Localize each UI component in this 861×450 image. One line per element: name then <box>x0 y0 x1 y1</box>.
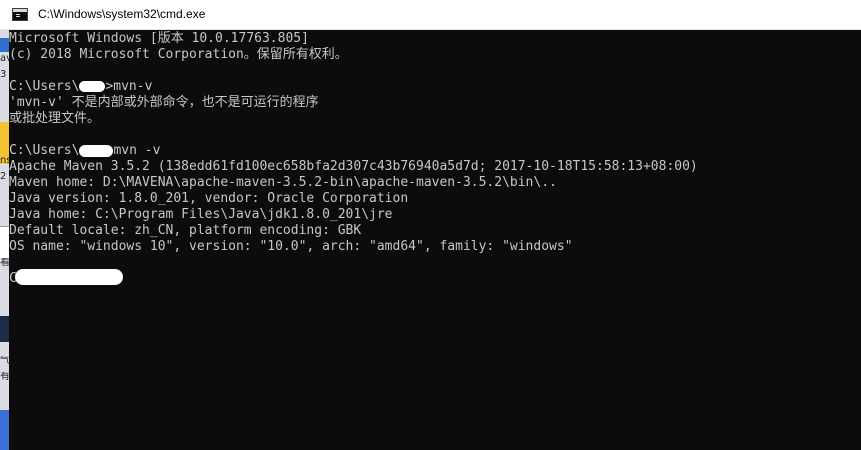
desktop-label-fragment: 气 <box>0 356 9 366</box>
desktop-label-fragment: 看 <box>0 258 9 268</box>
desktop-label-fragment: 有 <box>0 372 9 382</box>
window-titlebar[interactable]: C:\Windows\system32\cmd.exe <box>0 0 861 30</box>
console-line: Maven home: D:\MAVENA\apache-maven-3.5.2… <box>9 175 557 190</box>
prompt-path: C:\Users\ <box>9 79 80 94</box>
desktop-label-fragment: ns <box>0 156 9 166</box>
prompt-path: C:\Users\ <box>9 143 80 158</box>
window-title: C:\Windows\system32\cmd.exe <box>38 7 206 21</box>
console-line: 'mvn-v' 不是内部或外部命令，也不是可运行的程序 <box>9 95 319 110</box>
redacted-username <box>79 81 106 92</box>
desktop-label-fragment: av <box>0 54 9 64</box>
desktop-document-icon[interactable] <box>0 226 9 261</box>
console-line: 或批处理文件。 <box>9 111 101 126</box>
console-line: Microsoft Windows [版本 10.0.17763.805] <box>9 31 309 46</box>
console-prompt-line: C:\Users\ mvn -v <box>9 143 160 159</box>
redacted-prompt <box>15 269 123 285</box>
desktop-background-edge: av 3 ns 2 看 气 有 <box>0 30 9 450</box>
screen: C:\Windows\system32\cmd.exe av 3 ns 2 看 … <box>0 0 861 450</box>
desktop-shortcut-icon[interactable] <box>0 38 9 52</box>
desktop-label-fragment: 2 <box>0 172 7 182</box>
console-line: Java version: 1.8.0_201, vendor: Oracle … <box>9 191 409 206</box>
console-line: OS name: "windows 10", version: "10.0", … <box>9 239 573 254</box>
console-line: Java home: C:\Program Files\Java\jdk1.8.… <box>9 207 393 222</box>
prompt-command: >mvn-v <box>105 79 153 94</box>
console-line: Apache Maven 3.5.2 (138edd61fd100ec658bf… <box>9 159 698 174</box>
desktop-app-icon[interactable] <box>0 316 9 342</box>
console-line: (c) 2018 Microsoft Corporation。保留所有权利。 <box>9 47 348 62</box>
prompt-command: mvn -v <box>113 143 161 158</box>
console-line: Default locale: zh_CN, platform encoding… <box>9 223 362 238</box>
console-output[interactable]: Microsoft Windows [版本 10.0.17763.805] (c… <box>9 31 861 450</box>
desktop-label-fragment: 3 <box>0 70 7 80</box>
desktop-app-icon[interactable] <box>0 410 9 450</box>
console-prompt-line: C:\Users\ >mvn-v <box>9 79 152 95</box>
redacted-username <box>79 144 114 157</box>
cmd-console-icon[interactable] <box>12 8 28 21</box>
